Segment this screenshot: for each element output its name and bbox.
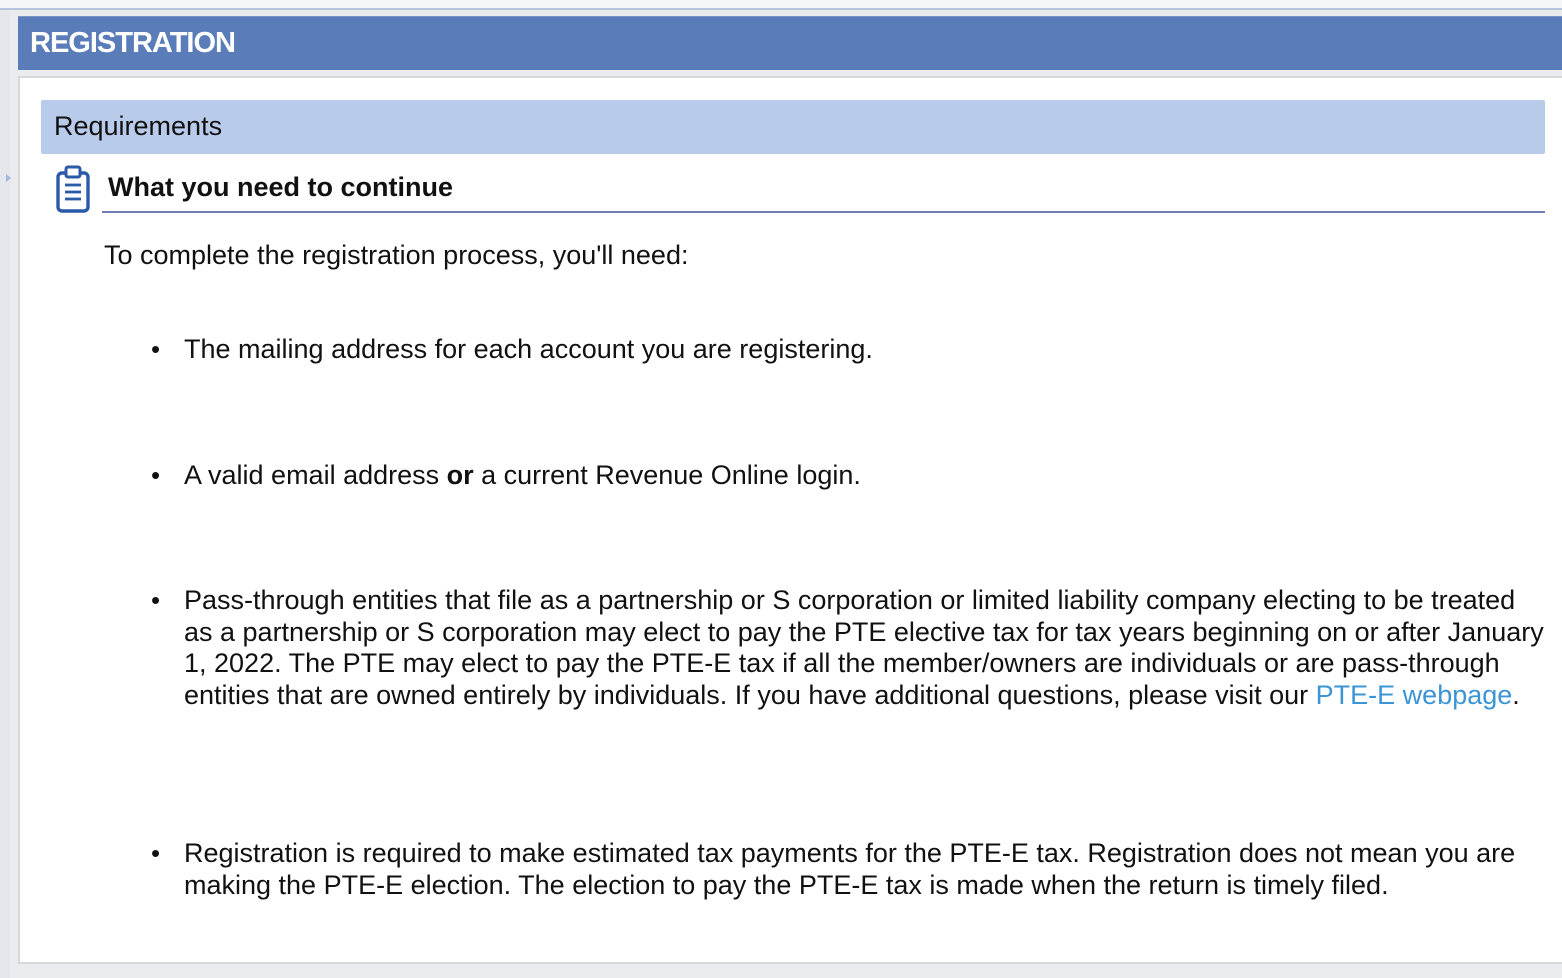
requirement-item-mailing-address: • The mailing address for each account y… (151, 334, 1550, 366)
registration-panel: Requirements What you need to continue T… (18, 76, 1562, 964)
subheading: What you need to continue (108, 172, 453, 202)
requirement-item-estimated-payments: • Registration is required to make estim… (151, 838, 1550, 901)
requirement-text-after: a current Revenue Online login. (473, 460, 861, 490)
gutter-arrow-icon (6, 174, 11, 182)
pte-e-webpage-link[interactable]: PTE-E webpage (1316, 680, 1513, 710)
bullet: • (151, 838, 161, 868)
clipboard-icon (56, 165, 90, 213)
bullet: • (151, 585, 161, 615)
requirement-emphasis: or (446, 460, 474, 490)
requirement-item-email: • A valid email address or a current Rev… (151, 460, 1550, 492)
requirement-text-after: . (1512, 679, 1520, 710)
bullet: • (151, 334, 161, 364)
window-top-edge (0, 0, 1562, 10)
requirement-item-pte-election: • Pass-through entities that file as a p… (151, 585, 1550, 711)
requirement-text: The mailing address for each account you… (184, 334, 873, 364)
subheading-divider (102, 211, 1545, 213)
section-title: Requirements (54, 111, 223, 141)
requirement-text-before: A valid email address (184, 460, 447, 490)
panel-title: REGISTRATION (30, 27, 236, 59)
registration-header: REGISTRATION (18, 16, 1562, 70)
requirement-text: Registration is required to make estimat… (184, 838, 1516, 900)
bullet: • (151, 460, 161, 490)
requirements-section-header: Requirements (41, 100, 1545, 154)
left-gutter (0, 10, 11, 978)
intro-text: To complete the registration process, yo… (104, 240, 689, 270)
